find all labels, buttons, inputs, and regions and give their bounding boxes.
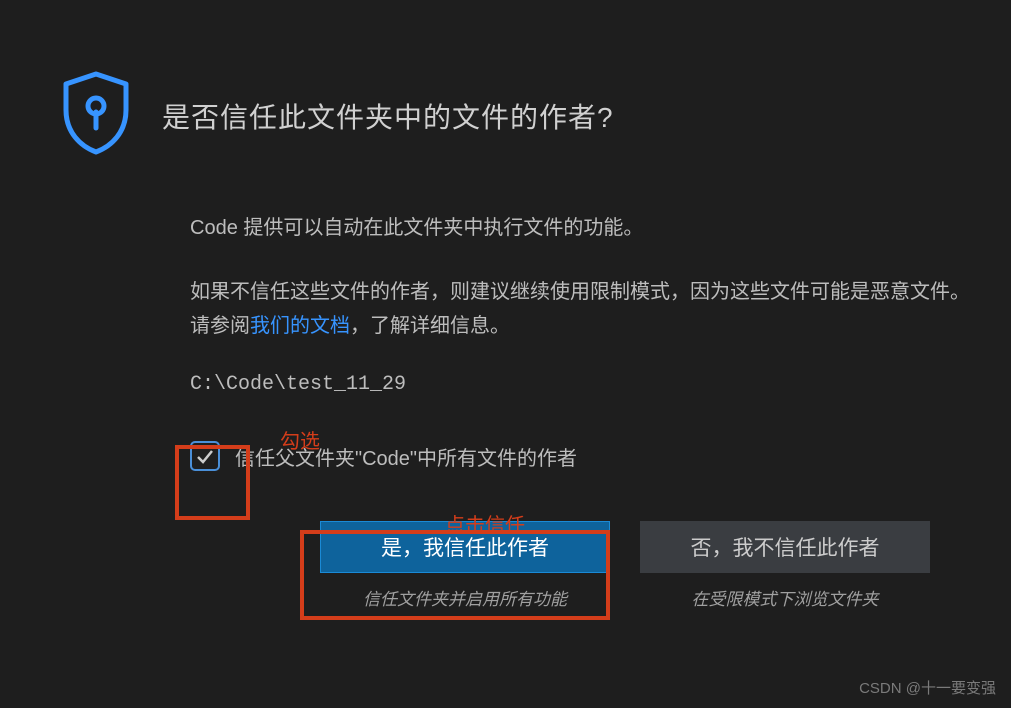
docs-link[interactable]: 我们的文档 [250, 315, 350, 337]
annotation-check: 勾选 [280, 425, 320, 454]
trust-parent-checkbox[interactable] [190, 441, 220, 471]
annotation-trust: 点击信任 [445, 509, 525, 538]
trust-dialog: 是否信任此文件夹中的文件的作者? Code 提供可以自动在此文件夹中执行文件的功… [60, 70, 1001, 610]
paragraph-1: Code 提供可以自动在此文件夹中执行文件的功能。 [190, 211, 971, 245]
paragraph-2-post: ，了解详细信息。 [350, 315, 510, 337]
dialog-header: 是否信任此文件夹中的文件的作者? [60, 70, 1001, 161]
no-trust-subtitle: 在受限模式下浏览文件夹 [692, 585, 879, 610]
button-row: 是，我信任此作者 信任文件夹并启用所有功能 否，我不信任此作者 在受限模式下浏览… [320, 521, 971, 610]
watermark: CSDN @十一要变强 [859, 677, 996, 698]
dialog-body: Code 提供可以自动在此文件夹中执行文件的功能。 如果不信任这些文件的作者，则… [190, 211, 971, 610]
dialog-title: 是否信任此文件夹中的文件的作者? [162, 96, 614, 136]
shield-icon [60, 70, 132, 161]
folder-path: C:\Code\test_11_29 [190, 373, 971, 396]
paragraph-2: 如果不信任这些文件的作者，则建议继续使用限制模式，因为这些文件可能是恶意文件。请… [190, 275, 971, 343]
no-trust-column: 否，我不信任此作者 在受限模式下浏览文件夹 [640, 521, 930, 610]
no-trust-button[interactable]: 否，我不信任此作者 [640, 521, 930, 573]
trust-subtitle: 信任文件夹并启用所有功能 [363, 585, 567, 610]
